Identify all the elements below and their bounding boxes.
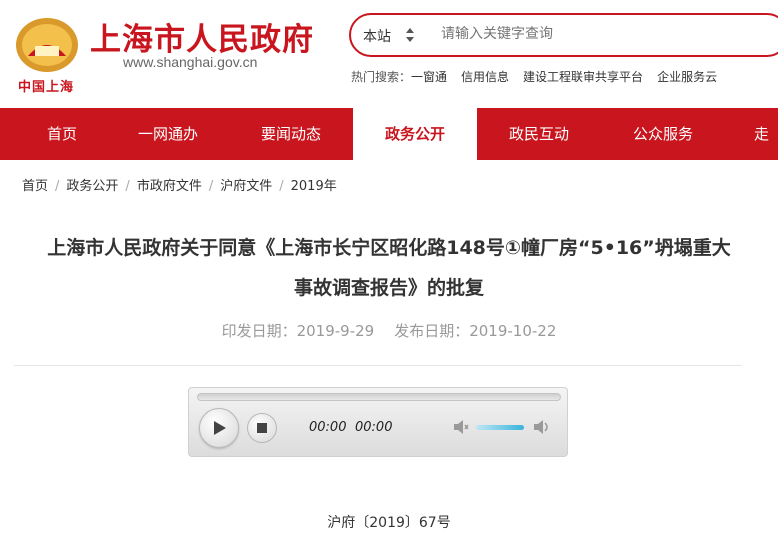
search-scope-select[interactable]: 本站 xyxy=(363,26,391,46)
site-url: www.shanghai.gov.cn xyxy=(123,54,258,70)
breadcrumb-item[interactable]: 沪府文件 xyxy=(220,179,272,194)
document-number: 沪府〔2019〕67号 xyxy=(327,515,451,531)
duration: 00:00 xyxy=(355,420,393,435)
stop-icon xyxy=(257,423,267,433)
nav-item-interaction[interactable]: 政民互动 xyxy=(477,108,601,160)
nav-item-public-service[interactable]: 公众服务 xyxy=(601,108,725,160)
nav-item-news[interactable]: 要闻动态 xyxy=(229,108,353,160)
nav-item-gov-affairs[interactable]: 政务公开 xyxy=(353,108,477,160)
volume-slider[interactable] xyxy=(476,425,524,430)
logo-caption: 中国上海 xyxy=(18,80,75,95)
stop-button[interactable] xyxy=(247,413,277,443)
publish-date: 发布日期：2019-10-22 xyxy=(394,322,557,340)
nav-item-one-net[interactable]: 一网通办 xyxy=(106,108,230,160)
progress-bar[interactable] xyxy=(197,393,561,401)
breadcrumb-item[interactable]: 市政府文件 xyxy=(137,179,202,194)
volume-max-icon[interactable] xyxy=(532,418,550,436)
shanghai-emblem-icon[interactable] xyxy=(14,16,80,74)
breadcrumb: 首页 / 政务公开 / 市政府文件 / 沪府文件/2019年 xyxy=(22,179,337,194)
hot-link[interactable]: 一窗通 xyxy=(411,70,447,84)
breadcrumb-item[interactable]: 政务公开 xyxy=(66,179,118,194)
main-nav: 首页 一网通办 要闻动态 政务公开 政民互动 公众服务 走进 xyxy=(0,108,778,160)
issue-date: 印发日期：2019-9-29 xyxy=(221,322,375,340)
site-title[interactable]: 上海市人民政府 xyxy=(90,14,314,59)
nav-item-more[interactable]: 走进 xyxy=(725,108,778,160)
title-line: 上海市人民政府关于同意《上海市长宁区昭化路148号①幢厂房“5•16”坍塌重大 xyxy=(47,237,731,259)
page-title: 上海市人民政府关于同意《上海市长宁区昭化路148号①幢厂房“5•16”坍塌重大 … xyxy=(12,228,766,308)
site-header: 中国上海 上海市人民政府 www.shanghai.gov.cn 本站 热门搜索… xyxy=(0,0,778,108)
divider xyxy=(14,365,742,366)
search-box: 本站 xyxy=(349,13,778,57)
article-dates: 印发日期：2019-9-29 发布日期：2019-10-22 xyxy=(0,320,778,341)
updown-arrows-icon[interactable] xyxy=(405,24,415,46)
hot-link[interactable]: 建设工程联审共享平台 xyxy=(523,70,643,84)
breadcrumb-item[interactable]: 2019年 xyxy=(291,179,337,194)
play-icon xyxy=(214,421,226,435)
hot-search: 热门搜索：一窗通 信用信息 建设工程联审共享平台 企业服务云 xyxy=(351,68,731,85)
audio-player: 00:00 00:00 xyxy=(188,387,568,457)
breadcrumb-item[interactable]: 首页 xyxy=(22,179,48,194)
hot-search-label: 热门搜索： xyxy=(351,70,412,84)
current-time: 00:00 xyxy=(309,420,347,435)
title-line: 事故调查报告》的批复 xyxy=(293,277,484,299)
search-input[interactable] xyxy=(441,26,741,42)
hot-link[interactable]: 企业服务云 xyxy=(657,70,717,84)
mute-icon[interactable] xyxy=(452,418,470,436)
hot-link[interactable]: 信用信息 xyxy=(461,70,509,84)
play-button[interactable] xyxy=(199,408,239,448)
